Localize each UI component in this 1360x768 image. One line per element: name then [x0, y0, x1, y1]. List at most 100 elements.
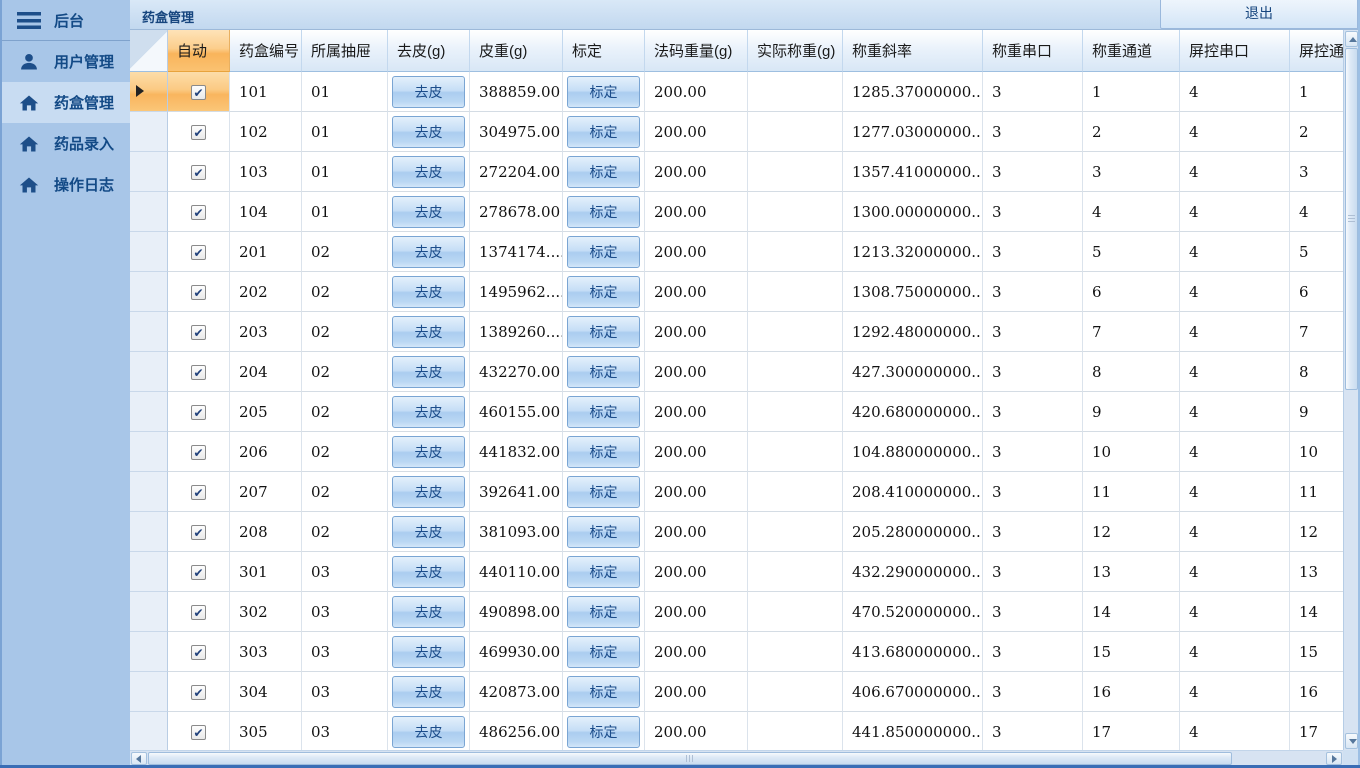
select-all-corner-cell[interactable] [130, 30, 168, 72]
calibrate-button[interactable]: 标定 [567, 476, 640, 508]
row-header-cell[interactable] [130, 512, 168, 552]
column-header[interactable]: 标定 [563, 30, 645, 72]
scroll-up-button[interactable] [1345, 31, 1358, 47]
tare-button[interactable]: 去皮 [392, 436, 465, 468]
column-header[interactable]: 法码重量(g) [645, 30, 748, 72]
tare-button[interactable]: 去皮 [392, 76, 465, 108]
exit-button[interactable]: 退出 [1160, 0, 1358, 29]
tare-button[interactable]: 去皮 [392, 596, 465, 628]
sidebar-item-medicine-box-management[interactable]: 药盒管理 [2, 82, 130, 123]
row-header-cell[interactable] [130, 112, 168, 152]
calibrate-button[interactable]: 标定 [567, 76, 640, 108]
tare-button[interactable]: 去皮 [392, 476, 465, 508]
calibrate-button[interactable]: 标定 [567, 116, 640, 148]
auto-checkbox[interactable]: ✔ [191, 325, 206, 340]
row-header-cell[interactable] [130, 392, 168, 432]
column-header[interactable]: 屏控通道 [1290, 30, 1343, 72]
calibrate-button[interactable]: 标定 [567, 596, 640, 628]
calibrate-button[interactable]: 标定 [567, 636, 640, 668]
weigh-port-cell: 3 [983, 552, 1083, 592]
drawer-cell: 02 [302, 272, 388, 312]
calibrate-button[interactable]: 标定 [567, 396, 640, 428]
sidebar-item-backend[interactable]: 后台 [2, 0, 130, 41]
sidebar-item-user-management[interactable]: 用户管理 [2, 41, 130, 82]
row-header-cell[interactable] [130, 192, 168, 232]
column-header[interactable]: 自动 [168, 30, 230, 72]
row-header-cell[interactable] [130, 472, 168, 512]
auto-checkbox[interactable]: ✔ [191, 645, 206, 660]
auto-checkbox[interactable]: ✔ [191, 605, 206, 620]
auto-checkbox[interactable]: ✔ [191, 725, 206, 740]
column-header[interactable]: 实际称重(g) [748, 30, 843, 72]
column-header[interactable]: 所属抽屉 [302, 30, 388, 72]
row-header-cell[interactable] [130, 152, 168, 192]
tare-button[interactable]: 去皮 [392, 316, 465, 348]
column-header[interactable]: 称重斜率 [843, 30, 983, 72]
auto-checkbox[interactable]: ✔ [191, 205, 206, 220]
tare-button[interactable]: 去皮 [392, 156, 465, 188]
calibrate-button[interactable]: 标定 [567, 156, 640, 188]
calibrate-button[interactable]: 标定 [567, 516, 640, 548]
row-header-cell[interactable] [130, 632, 168, 672]
row-header-cell[interactable] [130, 432, 168, 472]
calibrate-button[interactable]: 标定 [567, 236, 640, 268]
row-header-cell[interactable] [130, 232, 168, 272]
column-header[interactable]: 去皮(g) [388, 30, 470, 72]
auto-checkbox[interactable]: ✔ [191, 365, 206, 380]
calibrate-button[interactable]: 标定 [567, 356, 640, 388]
scroll-down-button[interactable] [1345, 733, 1358, 749]
row-header-cell[interactable] [130, 552, 168, 592]
tare-button[interactable]: 去皮 [392, 676, 465, 708]
tare-button[interactable]: 去皮 [392, 276, 465, 308]
auto-checkbox[interactable]: ✔ [191, 685, 206, 700]
sidebar-item-operation-log[interactable]: 操作日志 [2, 164, 130, 205]
row-header-cell[interactable] [130, 672, 168, 712]
tare-button[interactable]: 去皮 [392, 516, 465, 548]
tare-button[interactable]: 去皮 [392, 196, 465, 228]
auto-checkbox[interactable]: ✔ [191, 565, 206, 580]
auto-checkbox[interactable]: ✔ [191, 285, 206, 300]
row-header-cell[interactable] [130, 352, 168, 392]
calibrate-button[interactable]: 标定 [567, 716, 640, 748]
column-header[interactable]: 称重通道 [1083, 30, 1180, 72]
auto-checkbox[interactable]: ✔ [191, 445, 206, 460]
vertical-scrollbar-thumb[interactable] [1345, 48, 1358, 390]
row-header-cell[interactable] [130, 592, 168, 632]
scroll-left-button[interactable] [131, 752, 147, 765]
tare-button[interactable]: 去皮 [392, 396, 465, 428]
calibrate-button[interactable]: 标定 [567, 556, 640, 588]
calibrate-button[interactable]: 标定 [567, 436, 640, 468]
row-header-cell[interactable] [130, 272, 168, 312]
auto-checkbox[interactable]: ✔ [191, 245, 206, 260]
scroll-right-button[interactable] [1326, 752, 1342, 765]
auto-checkbox[interactable]: ✔ [191, 405, 206, 420]
vertical-scrollbar[interactable] [1343, 30, 1358, 750]
auto-checkbox[interactable]: ✔ [191, 525, 206, 540]
tare-button[interactable]: 去皮 [392, 636, 465, 668]
weigh-channel-cell: 9 [1083, 392, 1180, 432]
column-header[interactable]: 屏控串口 [1180, 30, 1290, 72]
calibrate-button[interactable]: 标定 [567, 196, 640, 228]
row-header-cell[interactable] [130, 72, 168, 112]
row-header-cell[interactable] [130, 312, 168, 352]
tare-button[interactable]: 去皮 [392, 716, 465, 748]
calibrate-button[interactable]: 标定 [567, 676, 640, 708]
horizontal-scrollbar-thumb[interactable] [148, 752, 1232, 765]
calibrate-button[interactable]: 标定 [567, 316, 640, 348]
auto-checkbox[interactable]: ✔ [191, 85, 206, 100]
sidebar-item-medicine-entry[interactable]: 药品录入 [2, 123, 130, 164]
column-header[interactable]: 皮重(g) [470, 30, 563, 72]
tare-weight-cell: 460155.00 [470, 392, 563, 432]
tare-button[interactable]: 去皮 [392, 556, 465, 588]
tare-button[interactable]: 去皮 [392, 236, 465, 268]
column-header[interactable]: 药盒编号 [230, 30, 302, 72]
column-header[interactable]: 称重串口 [983, 30, 1083, 72]
auto-checkbox[interactable]: ✔ [191, 165, 206, 180]
tare-button[interactable]: 去皮 [392, 116, 465, 148]
calibrate-button[interactable]: 标定 [567, 276, 640, 308]
tare-button[interactable]: 去皮 [392, 356, 465, 388]
auto-checkbox[interactable]: ✔ [191, 485, 206, 500]
auto-checkbox[interactable]: ✔ [191, 125, 206, 140]
row-header-cell[interactable] [130, 712, 168, 750]
horizontal-scrollbar[interactable] [130, 750, 1343, 766]
